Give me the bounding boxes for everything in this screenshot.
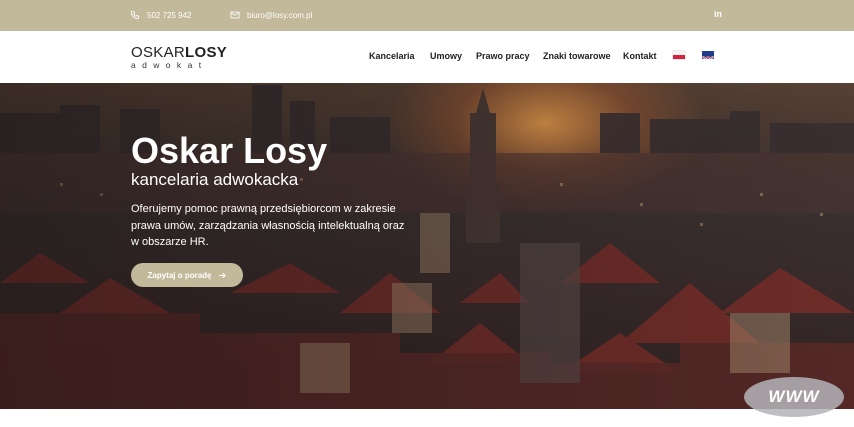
linkedin-icon[interactable]: in: [714, 9, 722, 19]
email-address: biuro@losy.com.pl: [247, 10, 313, 20]
pl-flag-icon[interactable]: [673, 51, 685, 59]
phone-icon: [130, 10, 140, 20]
nav-znaki-towarowe[interactable]: Znaki towarowe: [543, 51, 611, 61]
ask-advice-button[interactable]: Zapytaj o poradę: [131, 263, 243, 287]
email-contact[interactable]: biuro@losy.com.pl: [230, 10, 312, 20]
ask-advice-label: Zapytaj o poradę: [147, 270, 212, 280]
arrow-right-icon: [219, 272, 226, 278]
phone-contact[interactable]: 502 725 942: [130, 10, 192, 20]
page-bottom-strip: [0, 409, 854, 427]
nav-kancelaria[interactable]: Kancelaria: [369, 51, 415, 61]
phone-number: 502 725 942: [147, 10, 192, 20]
logo-main: OSKAR: [131, 44, 186, 61]
nav-prawo-pracy[interactable]: Prawo pracy: [476, 51, 530, 61]
hero-description: Oferujemy pomoc prawną przedsiębiorcom w…: [131, 203, 405, 248]
hero-subtitle: kancelaria adwokacka: [131, 170, 299, 189]
hero-section: Oskar Losy kancelaria adwokacka Oferujem…: [0, 83, 854, 409]
mail-icon: [230, 11, 240, 19]
site-header: OSKARLOSY adwokat Kancelaria Umowy Prawo…: [0, 31, 854, 83]
logo-subtitle: adwokat: [131, 60, 208, 70]
nav-kontakt[interactable]: Kontakt: [623, 51, 657, 61]
top-info-bar: 502 725 942 biuro@losy.com.pl in: [0, 0, 854, 31]
logo-bold: LOSY: [185, 44, 228, 61]
hero-title: Oskar Losy: [131, 130, 328, 171]
uk-flag-icon[interactable]: [702, 51, 714, 59]
logo[interactable]: OSKARLOSY adwokat: [131, 45, 227, 71]
www-badge: WWW: [744, 377, 844, 417]
nav-umowy[interactable]: Umowy: [430, 51, 462, 61]
